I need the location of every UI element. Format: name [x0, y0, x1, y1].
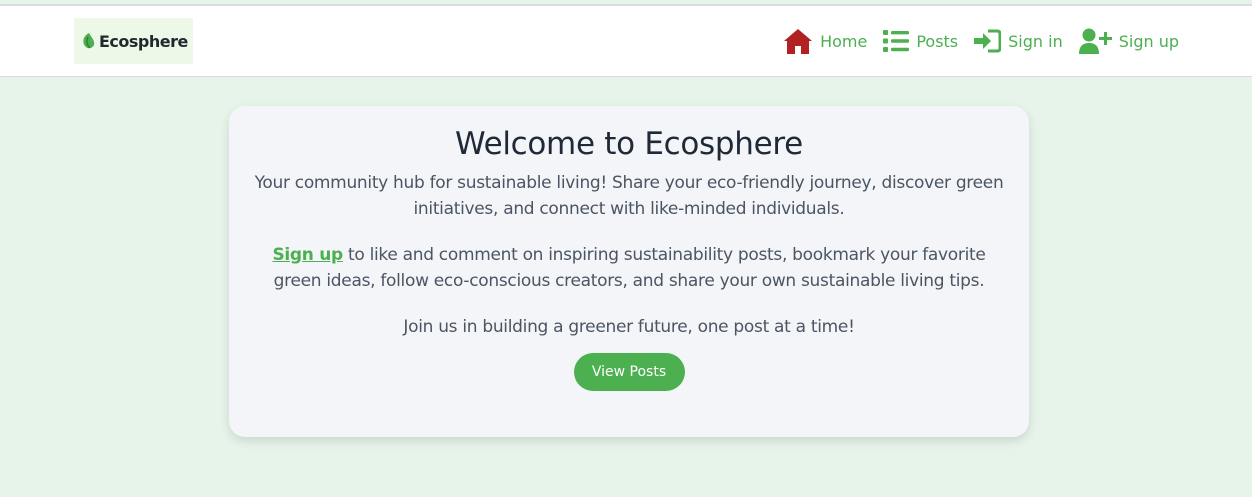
nav-home[interactable]: Home — [783, 27, 867, 55]
brand-name: Ecosphere — [99, 31, 188, 51]
signup-text: to like and comment on inspiring sustain… — [273, 245, 986, 291]
leaf-icon — [83, 33, 95, 49]
page-title: Welcome to Ecosphere — [455, 126, 803, 162]
sign-in-icon — [974, 29, 1002, 53]
nav-home-label: Home — [820, 31, 868, 51]
closing-text: Join us in building a greener future, on… — [403, 317, 855, 337]
nav-posts[interactable]: Posts — [883, 29, 958, 53]
home-icon — [784, 29, 813, 54]
user-plus-icon — [1078, 28, 1112, 54]
signup-paragraph: Sign up to like and comment on inspiring… — [229, 242, 1029, 294]
signup-link[interactable]: Sign up — [272, 245, 343, 265]
intro-text: Your community hub for sustainable livin… — [254, 173, 1004, 219]
navbar: Ecosphere Home Posts Sign in Sign up — [0, 6, 1252, 77]
nav-sign-in-label: Sign in — [1008, 31, 1063, 51]
nav-posts-label: Posts — [916, 31, 959, 51]
nav-sign-in[interactable]: Sign in — [974, 29, 1063, 53]
welcome-card: Welcome to Ecosphere Your community hub … — [229, 106, 1029, 437]
view-posts-button[interactable]: View Posts — [573, 353, 685, 391]
nav-sign-up[interactable]: Sign up — [1078, 28, 1179, 54]
main-nav: Home Posts Sign in Sign up — [767, 24, 1179, 58]
list-icon — [883, 30, 910, 52]
nav-sign-up-label: Sign up — [1118, 31, 1179, 51]
brand-logo[interactable]: Ecosphere — [74, 18, 193, 64]
